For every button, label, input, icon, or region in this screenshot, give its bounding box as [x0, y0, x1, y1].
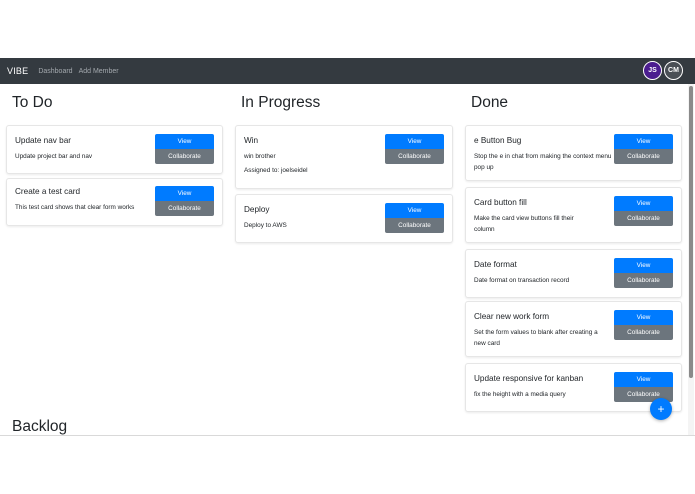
card-description: Set the form values to blank after creat…	[474, 329, 598, 347]
card-title: Win	[244, 136, 259, 145]
card-description: Make the card view buttons fill their co…	[474, 215, 574, 233]
card-actions: View Collaborate	[155, 186, 214, 216]
avatar-cm[interactable]: CM	[664, 61, 683, 80]
collaborate-button[interactable]: Collaborate	[385, 149, 444, 164]
collaborate-button[interactable]: Collaborate	[155, 201, 214, 216]
card-actions: View Collaborate	[385, 134, 444, 164]
card-assignee: Assigned to: joelseidel	[244, 167, 308, 174]
view-button[interactable]: View	[385, 134, 444, 149]
card-title: e Button Bug	[474, 136, 522, 145]
app-viewport: VIBE Dashboard Add Member JS CM To Do Up…	[0, 58, 695, 436]
card-description: This test card shows that clear form wor…	[15, 204, 135, 211]
card-deploy: Deploy Deploy to AWS View Collaborate	[235, 194, 453, 243]
collaborate-button[interactable]: Collaborate	[614, 273, 673, 288]
backlog-heading: Backlog	[12, 418, 68, 435]
card-title: Date format	[474, 260, 517, 269]
card-actions: View Collaborate	[614, 310, 673, 340]
card-description: fix the height with a media query	[474, 391, 566, 398]
collaborate-button[interactable]: Collaborate	[385, 218, 444, 233]
collaborate-button[interactable]: Collaborate	[614, 211, 673, 226]
card-title: Update responsive for kanban	[474, 374, 584, 383]
card-actions: View Collaborate	[614, 258, 673, 288]
card-title: Clear new work form	[474, 312, 550, 321]
card-card-button-fill: Card button fill Make the card view butt…	[465, 187, 682, 243]
collaborate-button[interactable]: Collaborate	[614, 149, 673, 164]
nav-link-dashboard[interactable]: Dashboard	[38, 68, 72, 75]
brand-logo[interactable]: VIBE	[7, 66, 28, 76]
card-actions: View Collaborate	[614, 134, 673, 164]
card-actions: View Collaborate	[385, 203, 444, 233]
column-title-todo: To Do	[12, 94, 53, 111]
card-update-nav-bar: Update nav bar Update project bar and na…	[6, 125, 223, 174]
card-win: Win win brother Assigned to: joelseidel …	[235, 125, 453, 189]
scrollbar-thumb[interactable]	[689, 86, 693, 378]
avatar-js[interactable]: JS	[643, 61, 662, 80]
view-button[interactable]: View	[614, 196, 673, 211]
card-actions: View Collaborate	[155, 134, 214, 164]
card-description: Deploy to AWS	[244, 222, 287, 229]
add-card-button[interactable]: +	[650, 398, 672, 420]
card-e-button-bug: e Button Bug Stop the e in chat from mak…	[465, 125, 682, 181]
view-button[interactable]: View	[614, 372, 673, 387]
plus-icon: +	[657, 402, 665, 416]
user-avatars: JS CM	[643, 61, 683, 80]
card-date-format: Date format Date format on transaction r…	[465, 249, 682, 298]
top-navbar: VIBE Dashboard Add Member JS CM	[0, 58, 695, 84]
view-button[interactable]: View	[155, 186, 214, 201]
card-title: Card button fill	[474, 198, 527, 207]
card-description: Update project bar and nav	[15, 153, 93, 160]
view-button[interactable]: View	[614, 134, 673, 149]
collaborate-button[interactable]: Collaborate	[155, 149, 214, 164]
card-create-test-card: Create a test card This test card shows …	[6, 178, 223, 226]
view-button[interactable]: View	[155, 134, 214, 149]
card-title: Update nav bar	[15, 136, 71, 145]
card-title: Create a test card	[15, 187, 81, 196]
card-description: Stop the e in chat from making the conte…	[474, 153, 612, 171]
column-title-in-progress: In Progress	[241, 94, 321, 111]
view-button[interactable]: View	[614, 310, 673, 325]
column-title-done: Done	[471, 94, 509, 111]
card-title: Deploy	[244, 205, 270, 214]
nav-link-add-member[interactable]: Add Member	[79, 68, 119, 75]
card-actions: View Collaborate	[614, 196, 673, 226]
card-clear-new-work-form: Clear new work form Set the form values …	[465, 301, 682, 357]
card-update-responsive-kanban: Update responsive for kanban fix the hei…	[465, 363, 682, 412]
card-description: win brother	[244, 153, 276, 160]
vertical-scrollbar[interactable]	[688, 84, 694, 435]
view-button[interactable]: View	[385, 203, 444, 218]
collaborate-button[interactable]: Collaborate	[614, 325, 673, 340]
view-button[interactable]: View	[614, 258, 673, 273]
card-description: Date format on transaction record	[474, 277, 570, 284]
